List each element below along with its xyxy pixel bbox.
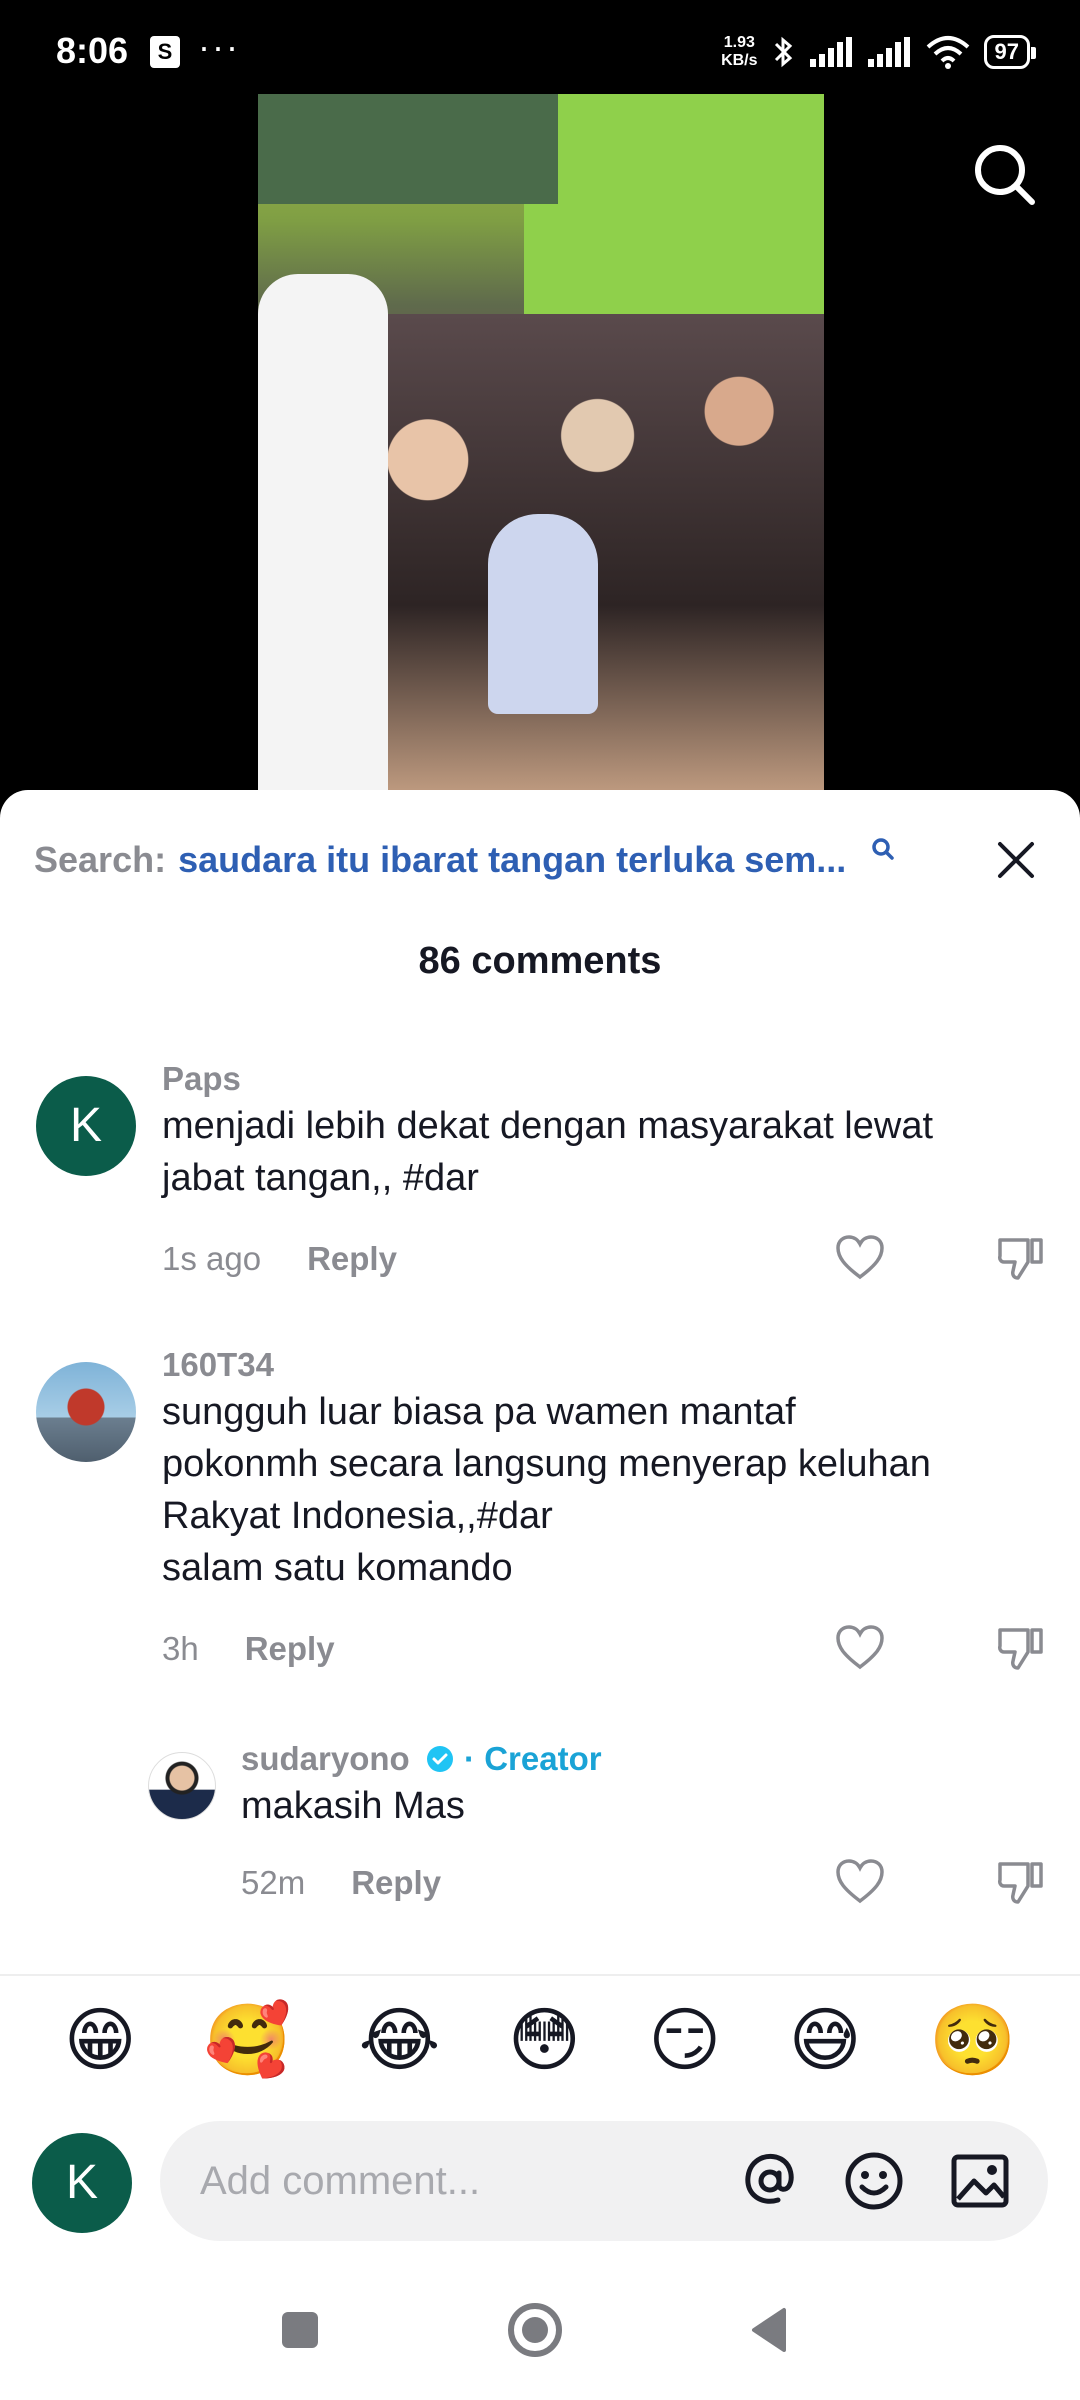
comment-item: 160T34 sungguh luar biasa pa wamen manta…: [0, 1346, 1080, 1670]
comment-text-line: pokonmh secara langsung menyerap keluhan: [162, 1443, 931, 1485]
comment-time: 3h: [162, 1630, 199, 1667]
video-bg-person: [258, 274, 388, 800]
my-avatar[interactable]: K: [32, 2133, 132, 2233]
comment-count: 86 comments: [418, 940, 662, 982]
verified-badge-icon: [426, 1746, 453, 1772]
reply-item: sudaryono · Creator makasih Mas 52m Repl…: [0, 1740, 1080, 1904]
creator-username[interactable]: sudaryono: [241, 1740, 410, 1777]
back-button-icon[interactable]: [740, 2300, 800, 2360]
recents-button-icon[interactable]: [270, 2300, 330, 2360]
heart-icon[interactable]: [834, 1622, 886, 1674]
emoji-hearts[interactable]: 🥰: [204, 2000, 291, 2080]
reply-button[interactable]: Reply: [307, 1240, 397, 1278]
thumbs-down-icon[interactable]: [994, 1232, 1046, 1284]
heart-icon[interactable]: [834, 1856, 886, 1908]
comment-text-line: menjadi lebih dekat dengan masyarakat le…: [162, 1105, 934, 1147]
search-small-icon[interactable]: [870, 836, 896, 862]
at-icon[interactable]: [738, 2149, 802, 2213]
emoji-smirk[interactable]: 😏: [648, 2000, 721, 2080]
comment-item: K Paps menjadi lebih dekat dengan masyar…: [0, 1060, 1080, 1280]
comment-username[interactable]: 160T34: [162, 1346, 274, 1384]
comment-text: menjadi lebih dekat dengan masyarakat le…: [162, 1100, 1062, 1204]
reply-button[interactable]: Reply: [351, 1864, 441, 1902]
emoji-pleading[interactable]: 🥺: [929, 2000, 1016, 2080]
comments-sheet: Search: saudara itu ibarat tangan terluk…: [0, 790, 1080, 2400]
add-comment-input[interactable]: [160, 2121, 1048, 2241]
creator-avatar[interactable]: [148, 1752, 216, 1820]
home-button-icon[interactable]: [505, 2300, 565, 2360]
emoji-sweat-smile[interactable]: 😅: [789, 2000, 862, 2080]
video-bg-roof: [258, 94, 558, 204]
comment-username[interactable]: Paps: [162, 1060, 241, 1098]
search-query-link[interactable]: saudara itu ibarat tangan terluka sem...: [178, 839, 846, 881]
search-icon[interactable]: [970, 140, 1040, 210]
comment-time: 1s ago: [162, 1240, 262, 1277]
emoji-joy[interactable]: 😂: [359, 2000, 441, 2080]
video-area[interactable]: [0, 0, 1080, 800]
reply-button[interactable]: Reply: [245, 1630, 335, 1668]
smiley-icon[interactable]: [842, 2149, 906, 2213]
avatar[interactable]: [36, 1362, 136, 1462]
comment-text: makasih Mas: [241, 1785, 465, 1827]
comment-time: 52m: [241, 1864, 306, 1901]
video-bg-figure: [488, 514, 598, 714]
comment-text-line: Rakyat Indonesia,,#dar: [162, 1495, 553, 1537]
thumbs-down-icon[interactable]: [994, 1856, 1046, 1908]
comment-text: sungguh luar biasa pa wamen mantaf pokon…: [162, 1386, 1062, 1594]
comment-meta: 3h Reply: [162, 1630, 335, 1668]
comment-meta: 1s ago Reply: [162, 1240, 397, 1278]
creator-label: · Creator: [464, 1740, 602, 1777]
comment-input-row: K: [0, 2116, 1080, 2246]
comment-username[interactable]: sudaryono · Creator: [241, 1740, 602, 1778]
comment-text-line: salam satu komando: [162, 1547, 513, 1589]
comment-text-line: sungguh luar biasa pa wamen mantaf: [162, 1391, 796, 1433]
search-prefix: Search:: [34, 839, 167, 880]
quick-emoji-bar: 😁 🥰 😂 😳 😏 😅 🥺: [0, 1974, 1080, 2104]
video-thumbnail[interactable]: [258, 94, 824, 800]
image-icon[interactable]: [948, 2149, 1012, 2213]
comment-meta: 52m Reply: [241, 1864, 441, 1902]
emoji-grin[interactable]: 😁: [64, 2000, 137, 2080]
heart-icon[interactable]: [834, 1232, 886, 1284]
comment-text-line: jabat tangan,, #dar: [162, 1157, 479, 1199]
close-icon[interactable]: [988, 832, 1044, 888]
thumbs-down-icon[interactable]: [994, 1622, 1046, 1674]
system-nav-bar: [0, 2270, 1080, 2400]
avatar[interactable]: K: [36, 1076, 136, 1176]
emoji-flushed[interactable]: 😳: [508, 2000, 581, 2080]
search-suggestion-row[interactable]: Search: saudara itu ibarat tangan terluk…: [34, 830, 1044, 890]
